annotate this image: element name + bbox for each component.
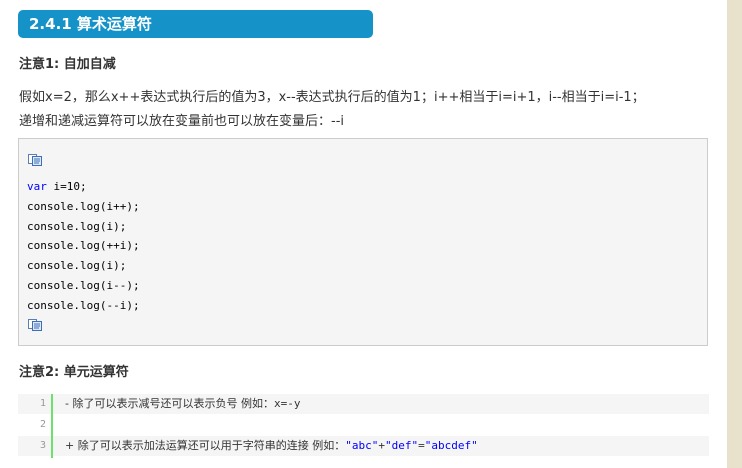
- line-number: 3: [39, 440, 46, 451]
- code-keyword: var: [27, 180, 47, 193]
- copy-code-icon[interactable]: [28, 154, 42, 166]
- note2-title: 注意2: 单元运算符: [19, 365, 129, 380]
- line-number: 1: [39, 398, 46, 409]
- list-item-example: x=-y: [273, 397, 301, 410]
- list-item: 3 + 除了可以表示加法运算还可以用于字符串的连接 例如："abc"+"def"…: [18, 436, 709, 456]
- note1-title: 注意1: 自加自减: [19, 57, 116, 72]
- code-line-rest: i=10;: [46, 180, 87, 193]
- code-lines: var i=10; console.log(i++); console.log(…: [27, 177, 140, 316]
- copy-code-icon[interactable]: [28, 319, 42, 331]
- code-line: console.log(++i);: [27, 239, 140, 253]
- list-item-text: + 除了可以表示加法运算还可以用于字符串的连接 例如："abc"+"def"="…: [65, 436, 478, 456]
- code-line: var i=10;: [27, 177, 140, 197]
- operator: =: [418, 439, 425, 452]
- paragraph-line-2: 递增和递减运算符可以放在变量前也可以放在变量后：--i: [19, 114, 344, 129]
- code-block: var i=10; console.log(i++); console.log(…: [18, 138, 708, 346]
- code-line: console.log(i);: [27, 259, 127, 273]
- numbered-code-list: 1 - 除了可以表示减号还可以表示负号 例如：x=-y 2 3 + 除了可以表示…: [18, 394, 709, 458]
- gutter-bar: [51, 394, 53, 458]
- string-literal: "abc": [345, 439, 379, 452]
- code-line: console.log(--i);: [27, 298, 140, 312]
- section-heading: 2.4.1 算术运算符: [18, 10, 373, 38]
- code-line: console.log(i);: [27, 219, 127, 233]
- list-item: 1 - 除了可以表示减号还可以表示负号 例如：x=-y: [18, 394, 709, 414]
- page-side-strip: [727, 0, 742, 468]
- operator: +: [378, 439, 385, 452]
- paragraph-line-1: 假如x=2，那么x++表达式执行后的值为3，x--表达式执行后的值为1；i++相…: [19, 90, 645, 105]
- list-item-text: - 除了可以表示减号还可以表示负号 例如：x=-y: [65, 394, 300, 414]
- string-literal: "abcdef": [424, 439, 478, 452]
- string-literal: "def": [384, 439, 419, 452]
- list-item-description: - 除了可以表示减号还可以表示负号 例如：: [65, 397, 274, 410]
- code-line: console.log(i++);: [27, 199, 140, 213]
- list-item-description: + 除了可以表示加法运算还可以用于字符串的连接 例如：: [65, 439, 346, 452]
- list-item: 2: [18, 415, 709, 435]
- code-line: console.log(i--);: [27, 278, 140, 292]
- line-number: 2: [39, 419, 46, 430]
